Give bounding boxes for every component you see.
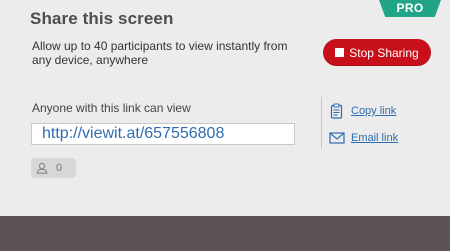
stop-icon bbox=[335, 48, 345, 57]
email-link-button[interactable]: Email link bbox=[329, 131, 398, 145]
description-text: Allow up to 40 participants to view inst… bbox=[32, 39, 288, 67]
panel-title: Share this screen bbox=[30, 9, 174, 28]
pro-badge: PRO bbox=[379, 0, 441, 17]
stop-sharing-label: Stop Sharing bbox=[349, 45, 419, 60]
envelope-icon bbox=[329, 131, 345, 145]
participants-counter: 0 bbox=[31, 158, 76, 178]
person-icon bbox=[36, 162, 48, 174]
copy-link-label: Copy link bbox=[351, 105, 397, 117]
stop-sharing-button[interactable]: Stop Sharing bbox=[323, 39, 431, 66]
divider bbox=[321, 97, 322, 149]
email-link-label: Email link bbox=[351, 132, 399, 144]
share-link-field[interactable] bbox=[31, 123, 295, 145]
clipboard-icon bbox=[329, 103, 345, 119]
footer-bar bbox=[0, 216, 450, 251]
participant-count: 0 bbox=[56, 162, 63, 174]
link-label: Anyone with this link can view bbox=[32, 101, 191, 115]
copy-link-button[interactable]: Copy link bbox=[329, 103, 396, 119]
share-panel: PRO Share this screen Allow up to 40 par… bbox=[0, 0, 450, 216]
